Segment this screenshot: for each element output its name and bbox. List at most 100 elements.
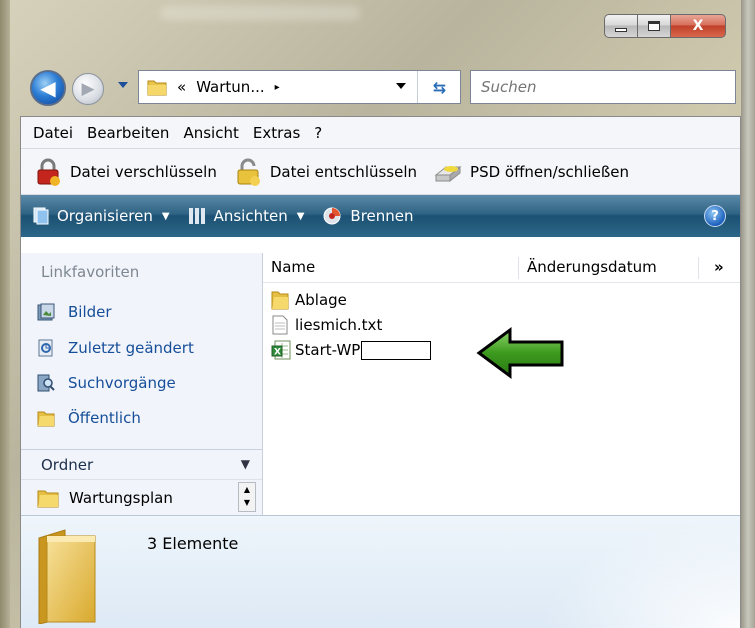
drive-icon [433, 157, 463, 187]
column-separator[interactable] [698, 257, 699, 279]
command-bar: Organisieren ▼ Ansichten ▼ Brennen ? [21, 195, 740, 237]
folder-icon [271, 290, 289, 310]
chevron-down-icon: ▼ [240, 457, 250, 471]
caption-buttons: X [604, 14, 726, 40]
details-pane: 3 Elemente [21, 515, 740, 628]
searches-icon [37, 374, 55, 392]
organize-label: Organisieren [57, 207, 153, 225]
burn-button[interactable]: Brennen [322, 206, 414, 226]
svg-text:X: X [274, 348, 281, 358]
menu-bearbeiten[interactable]: Bearbeiten [87, 124, 169, 142]
folders-header[interactable]: Ordner ▼ [21, 449, 262, 479]
psd-toggle-button[interactable]: PSD öffnen/schließen [433, 157, 629, 187]
lock-closed-icon [33, 157, 63, 187]
nav-link-bilder[interactable]: Bilder [37, 303, 112, 321]
nav-link-zuletzt-geaendert[interactable]: Zuletzt geändert [37, 339, 194, 357]
folder-icon [33, 524, 107, 625]
search-box[interactable] [470, 70, 736, 104]
favorite-links-heading: Linkfavoriten [41, 263, 140, 281]
nav-link-label: Suchvorgänge [68, 374, 176, 392]
encrypt-file-button[interactable]: Datei verschlüsseln [33, 157, 217, 187]
maximize-icon [648, 21, 660, 31]
nav-link-label: Bilder [68, 303, 112, 321]
address-dropdown-icon[interactable] [396, 83, 406, 89]
more-columns-button[interactable]: » [714, 258, 724, 276]
column-header-modified[interactable]: Änderungsdatum [527, 258, 657, 276]
nav-link-label: Öffentlich [68, 409, 141, 427]
tree-scrollbar[interactable]: ▲ ▼ [238, 482, 256, 512]
menu-bar: Datei Bearbeiten Ansicht Extras ? [21, 117, 740, 149]
title-blur [160, 6, 360, 20]
menu-datei[interactable]: Datei [33, 124, 73, 142]
column-headers: Name Änderungsdatum » [263, 253, 740, 283]
column-separator[interactable] [518, 257, 519, 279]
encrypt-file-label: Datei verschlüsseln [70, 162, 217, 181]
nav-link-label: Zuletzt geändert [68, 339, 194, 357]
refresh-button[interactable]: ⇆ [417, 71, 461, 103]
refresh-icon: ⇆ [432, 77, 447, 97]
menu-ansicht[interactable]: Ansicht [183, 124, 238, 142]
folder-icon [37, 490, 59, 507]
column-header-name[interactable]: Name [271, 258, 315, 276]
folder-icon [147, 78, 167, 96]
minimize-icon [615, 28, 627, 32]
close-button[interactable]: X [670, 14, 726, 38]
decorative-swoosh [540, 519, 740, 628]
breadcrumb-path[interactable]: Wartun... [196, 78, 264, 96]
burn-label: Brennen [350, 207, 414, 225]
folder-icon [37, 409, 55, 427]
pictures-icon [37, 303, 55, 321]
back-arrow-icon: ◀ [40, 76, 56, 100]
file-row-ablage[interactable]: Ablage [271, 290, 347, 310]
recent-pages-dropdown-icon[interactable] [118, 82, 128, 88]
custom-toolbar: Datei verschlüsseln Datei entschlüsseln [21, 149, 740, 195]
tree-item-wartungsplan[interactable]: Wartungsplan [21, 479, 262, 515]
folders-label: Ordner [41, 455, 94, 474]
text-file-icon [271, 315, 289, 335]
recent-changes-icon [37, 339, 55, 357]
forward-arrow-icon: ▶ [81, 79, 95, 99]
chevron-down-icon: ▼ [161, 210, 170, 222]
item-count: 3 Elemente [147, 534, 239, 553]
navigation-pane: Linkfavoriten Bilder Zuletzt geändert Su… [21, 253, 263, 515]
excel-file-icon: X [271, 340, 291, 360]
lock-open-icon [233, 157, 263, 187]
forward-button[interactable]: ▶ [72, 73, 104, 105]
back-button[interactable]: ◀ [30, 70, 66, 106]
file-row-start-wp[interactable]: X Start-WP [271, 340, 432, 360]
breadcrumb-chevron-icon[interactable]: ▸ [275, 82, 280, 93]
views-icon [188, 208, 205, 224]
green-arrow-icon [476, 327, 564, 379]
close-icon: X [692, 18, 704, 34]
nav-link-suchvorgaenge[interactable]: Suchvorgänge [37, 374, 176, 392]
file-name: Start-WP [295, 341, 361, 359]
breadcrumb-prefix[interactable]: « [177, 78, 186, 96]
address-bar[interactable]: « Wartun... ▸ ⇆ [138, 70, 461, 104]
window-frame: X ◀ ▶ « Wartun... ▸ ⇆ Datei Bearbeiten A… [0, 0, 755, 628]
frame-right-edge [741, 0, 755, 628]
file-row-liesmich[interactable]: liesmich.txt [271, 315, 382, 335]
minimize-button[interactable] [604, 14, 637, 38]
burn-disc-icon [323, 207, 341, 225]
body-split: Linkfavoriten Bilder Zuletzt geändert Su… [21, 253, 740, 515]
organize-icon [33, 207, 49, 225]
frame-left-edge [0, 0, 10, 628]
nav-link-oeffentlich[interactable]: Öffentlich [37, 409, 141, 427]
menu-help[interactable]: ? [314, 124, 322, 142]
help-button[interactable]: ? [704, 205, 726, 227]
psd-toggle-label: PSD öffnen/schließen [470, 162, 630, 181]
maximize-button[interactable] [637, 14, 670, 38]
chevron-down-icon: ▼ [296, 210, 305, 222]
file-name: liesmich.txt [295, 316, 383, 334]
help-icon: ? [711, 208, 719, 224]
explorer-client-area: Datei Bearbeiten Ansicht Extras ? Datei … [20, 116, 741, 628]
menu-extras[interactable]: Extras [253, 124, 300, 142]
tree-item-label: Wartungsplan [69, 488, 173, 507]
file-list-pane: Name Änderungsdatum » Ablage liesmich.tx… [263, 253, 740, 515]
views-button[interactable]: Ansichten ▼ [188, 207, 305, 225]
organize-button[interactable]: Organisieren ▼ [33, 207, 170, 225]
decrypt-file-button[interactable]: Datei entschlüsseln [233, 157, 417, 187]
redaction-box [361, 340, 432, 360]
search-input[interactable] [481, 78, 721, 96]
views-label: Ansichten [213, 207, 288, 225]
